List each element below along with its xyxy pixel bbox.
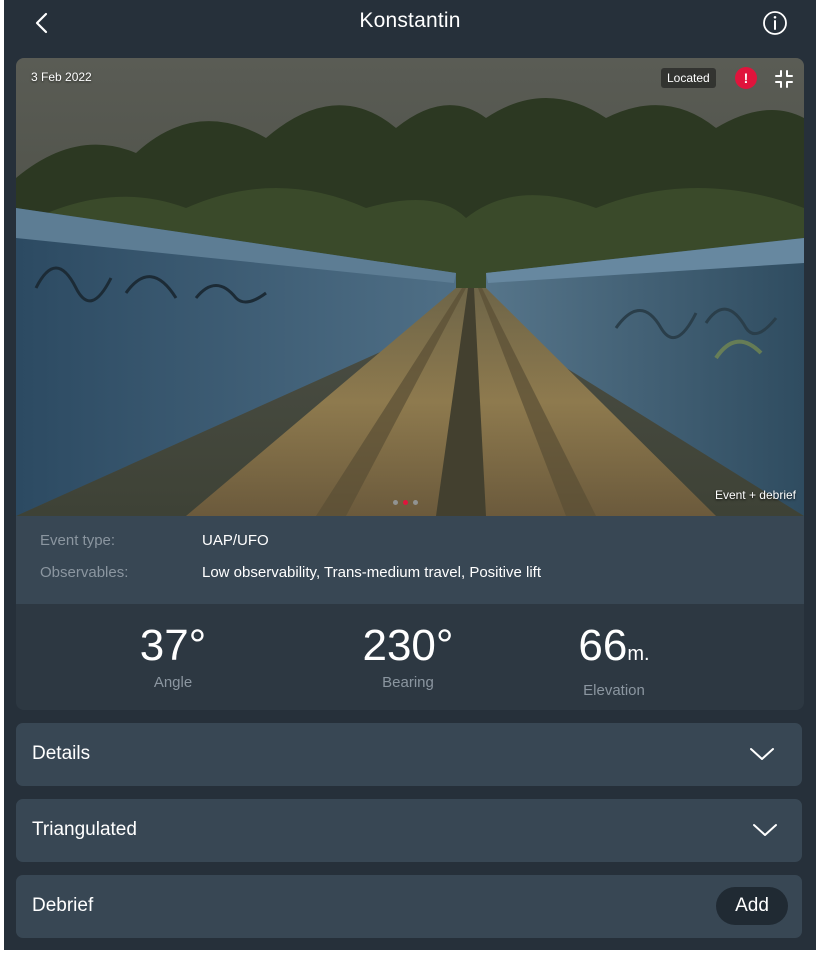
elevation-label: Elevation — [583, 682, 645, 699]
alert-icon[interactable]: ! — [735, 67, 757, 89]
carousel-dot[interactable] — [393, 500, 398, 505]
event-type-label: Event type: — [40, 532, 116, 549]
info-button[interactable] — [762, 10, 788, 36]
angle-label: Angle — [153, 674, 193, 691]
chevron-down-icon — [750, 748, 774, 760]
info-circle-icon — [763, 11, 787, 35]
event-stats: 37° Angle 230° Bearing 66m. Elevation — [16, 604, 804, 710]
event-type-value: UAP/UFO — [202, 532, 269, 549]
top-bar: Konstantin — [4, 0, 816, 46]
app-screen: Konstantin 3 Feb 2022 Located ! Event + … — [4, 0, 816, 950]
carousel-dot-active[interactable] — [403, 500, 408, 505]
bearing-label: Bearing — [382, 674, 434, 691]
event-type-row: Event type: UAP/UFO — [40, 532, 269, 549]
elevation-reading: 66m. — [556, 624, 672, 676]
elevation-unit: m. — [627, 643, 650, 665]
elevation-stat: 66m. Elevation — [556, 624, 672, 700]
angle-stat: 37° Angle — [118, 621, 228, 692]
details-title: Details — [32, 743, 91, 764]
bearing-stat: 230° Bearing — [346, 621, 470, 692]
bearing-value: 230° — [362, 621, 454, 670]
carousel-indicator[interactable] — [393, 492, 423, 510]
triangulated-section[interactable]: Triangulated — [16, 799, 802, 862]
carousel-dot[interactable] — [413, 500, 418, 505]
observables-value: Low observability, Trans-medium travel, … — [202, 564, 542, 581]
observables-row: Observables: Low observability, Trans-med… — [40, 564, 541, 581]
details-section[interactable]: Details — [16, 723, 802, 786]
debrief-section: Debrief Add — [16, 875, 802, 938]
observables-label: Observables: — [40, 564, 129, 581]
status-badge: Located — [661, 68, 716, 88]
photo-caption: Event + debrief — [714, 488, 796, 502]
add-debrief-button[interactable]: Add — [716, 887, 788, 925]
event-card: 3 Feb 2022 Located ! Event + debrief Eve… — [16, 58, 804, 710]
collapse-button[interactable] — [773, 68, 795, 90]
collapse-icon — [775, 70, 793, 88]
chevron-down-icon — [753, 824, 777, 836]
angle-value: 37° — [139, 621, 207, 670]
triangulated-title: Triangulated — [32, 819, 137, 840]
event-photo[interactable]: 3 Feb 2022 Located ! Event + debrief — [16, 58, 804, 516]
event-photo-image — [16, 58, 804, 516]
event-date: 3 Feb 2022 — [31, 70, 92, 84]
event-meta: Event type: UAP/UFO Observables: Low obser… — [16, 516, 804, 604]
page-title: Konstantin — [359, 9, 461, 32]
debrief-title: Debrief — [32, 895, 94, 916]
elevation-value: 66 — [578, 621, 628, 670]
